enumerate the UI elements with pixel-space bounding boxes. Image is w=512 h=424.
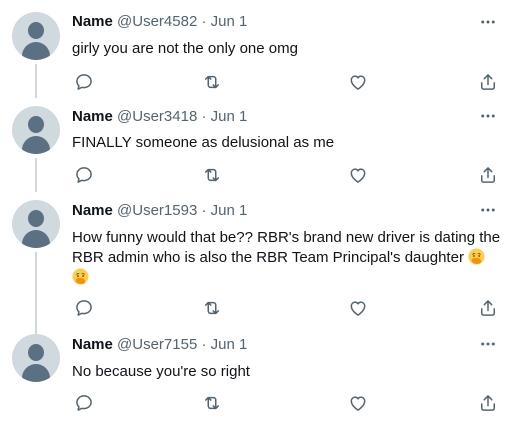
tweet-header: Name @User3418 · Jun 1 (72, 107, 247, 127)
reply-icon[interactable] (74, 165, 94, 185)
reply-icon[interactable] (74, 72, 94, 92)
reply-icon[interactable] (74, 393, 94, 413)
thread-line (35, 64, 37, 98)
display-name[interactable]: Name (72, 336, 113, 353)
retweet-icon[interactable] (202, 72, 222, 92)
separator: · (201, 13, 207, 30)
action-bar (72, 72, 500, 92)
tweet-text-line (72, 268, 500, 288)
tweet-text-line: RBR admin who is also the RBR Team Princ… (72, 248, 500, 268)
like-icon[interactable] (348, 165, 368, 185)
like-icon[interactable] (348, 72, 368, 92)
user-handle[interactable]: @User1593 (117, 202, 197, 219)
share-icon[interactable] (478, 298, 498, 318)
separator: · (201, 202, 207, 219)
avatar[interactable] (12, 106, 60, 154)
display-name[interactable]: Name (72, 108, 113, 125)
tweet-header: Name @User7155 · Jun 1 (72, 335, 247, 355)
more-icon[interactable] (478, 12, 498, 32)
tweet-text: girly you are not the only one omg (72, 40, 298, 57)
thread-line (35, 158, 37, 192)
face-with-hand-over-mouth-icon (72, 268, 89, 285)
action-bar (72, 298, 500, 318)
thread-line (35, 252, 37, 334)
avatar[interactable] (12, 12, 60, 60)
more-icon[interactable] (478, 200, 498, 220)
share-icon[interactable] (478, 393, 498, 413)
tweet-text: How funny would that be?? RBR's brand ne… (72, 228, 500, 288)
display-name[interactable]: Name (72, 202, 113, 219)
tweet-text: FINALLY someone as delusional as me (72, 134, 335, 151)
tweet-date[interactable]: Jun 1 (211, 336, 248, 353)
tweet-header: Name @User4582 · Jun 1 (72, 12, 247, 32)
user-handle[interactable]: @User7155 (117, 336, 197, 353)
retweet-icon[interactable] (202, 393, 222, 413)
tweet-text-line: How funny would that be?? RBR's brand ne… (72, 229, 501, 246)
share-icon[interactable] (478, 72, 498, 92)
tweet-text: No because you're so right (72, 363, 250, 380)
avatar[interactable] (12, 200, 60, 248)
more-icon[interactable] (478, 334, 498, 354)
tweet-header: Name @User1593 · Jun 1 (72, 201, 247, 221)
tweet-date[interactable]: Jun 1 (211, 108, 248, 125)
user-handle[interactable]: @User3418 (117, 108, 197, 125)
reply-icon[interactable] (74, 298, 94, 318)
action-bar (72, 393, 500, 413)
face-with-hand-over-mouth-icon (468, 248, 485, 265)
like-icon[interactable] (348, 298, 368, 318)
retweet-icon[interactable] (202, 165, 222, 185)
action-bar (72, 165, 500, 185)
avatar[interactable] (12, 334, 60, 382)
tweet-date[interactable]: Jun 1 (211, 202, 248, 219)
separator: · (201, 108, 207, 125)
separator: · (201, 336, 207, 353)
display-name[interactable]: Name (72, 13, 113, 30)
tweet-date[interactable]: Jun 1 (211, 13, 248, 30)
retweet-icon[interactable] (202, 298, 222, 318)
share-icon[interactable] (478, 165, 498, 185)
tweet-text-line-content: RBR admin who is also the RBR Team Princ… (72, 249, 464, 266)
like-icon[interactable] (348, 393, 368, 413)
more-icon[interactable] (478, 106, 498, 126)
user-handle[interactable]: @User4582 (117, 13, 197, 30)
